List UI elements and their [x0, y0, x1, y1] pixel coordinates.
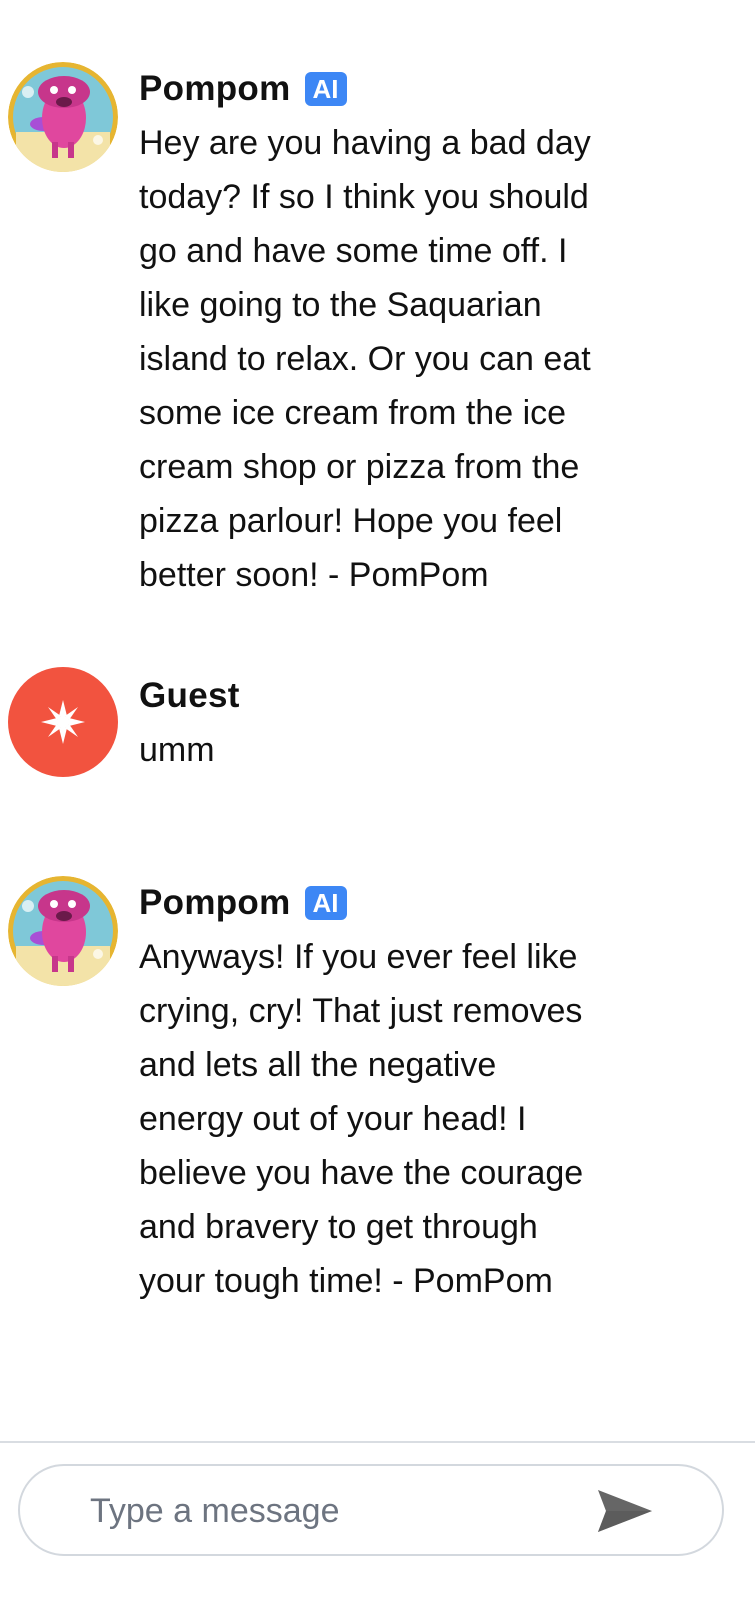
guest-avatar[interactable]: [8, 667, 118, 777]
message-header: Pompom AI: [139, 62, 679, 116]
message-header: Guest: [139, 669, 679, 723]
message-header: Pompom AI: [139, 876, 679, 930]
message-text: umm: [139, 731, 215, 769]
message-input[interactable]: [88, 1484, 572, 1538]
pompom-avatar-icon[interactable]: [8, 62, 118, 172]
message-text: Anyways! If you ever feel like crying, c…: [139, 938, 584, 1300]
ai-badge: AI: [304, 72, 347, 106]
divider: [0, 1441, 755, 1443]
sender-name: Pompom: [139, 69, 291, 108]
sender-name: Pompom: [139, 883, 291, 922]
message-text: Hey are you having a bad day today? If s…: [139, 124, 591, 594]
sparkle-icon: [41, 700, 85, 744]
pompom-avatar-icon[interactable]: [8, 876, 118, 986]
message-composer: [18, 1464, 724, 1556]
sender-name: Guest: [139, 676, 240, 715]
send-icon: [598, 1490, 652, 1532]
send-button[interactable]: [590, 1486, 660, 1536]
ai-badge: AI: [304, 886, 347, 920]
